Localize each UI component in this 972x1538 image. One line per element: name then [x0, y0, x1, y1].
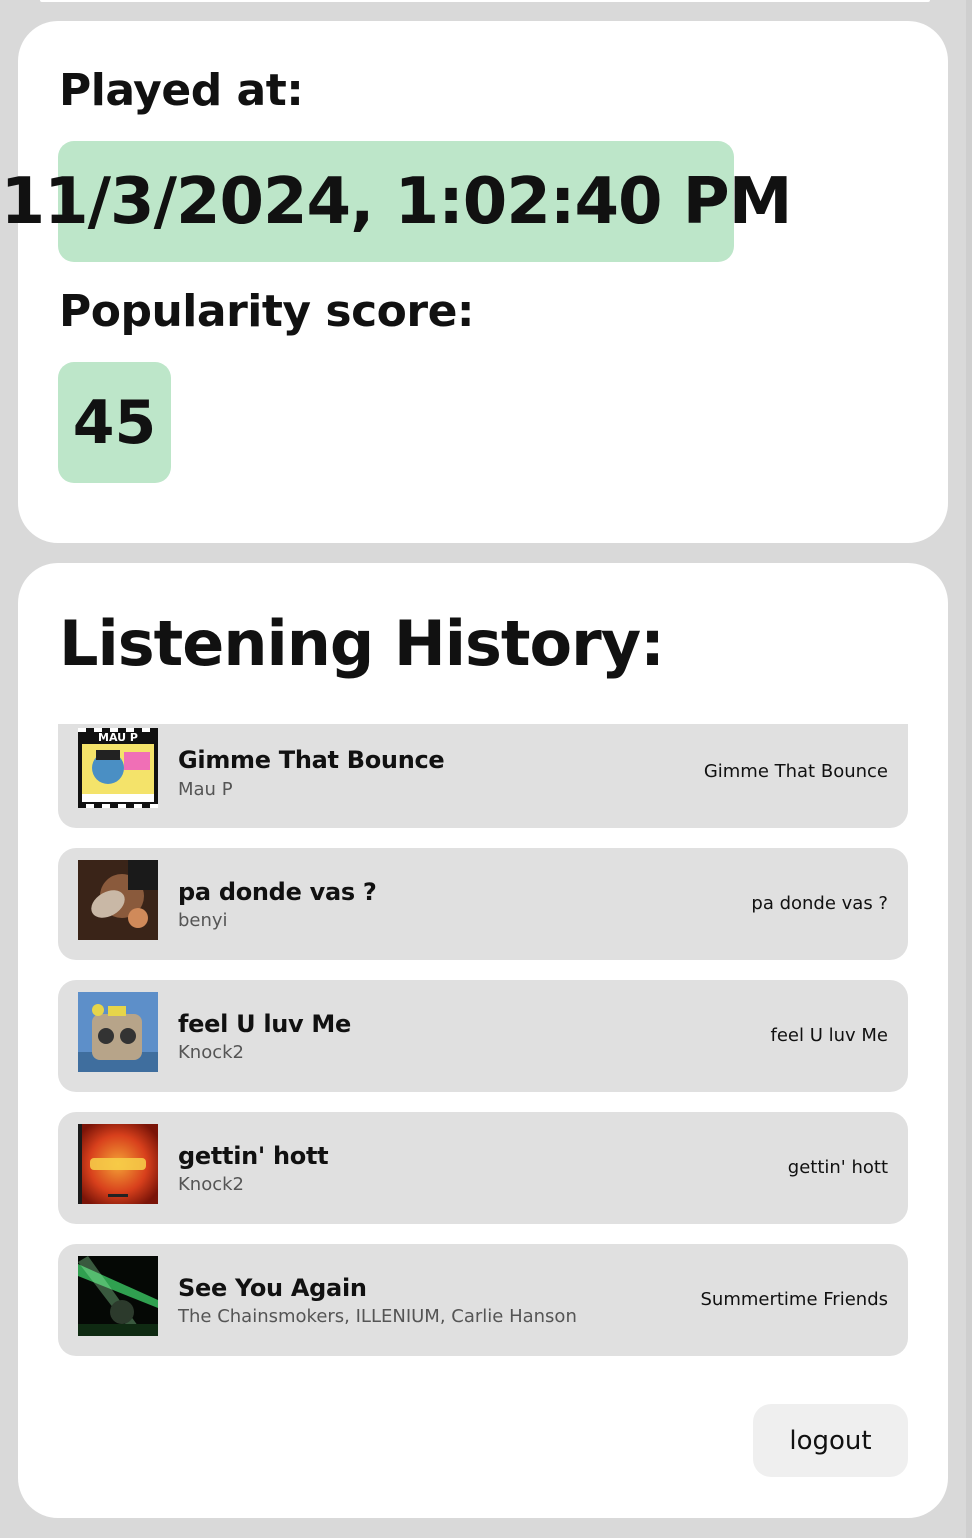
track-artist: Knock2: [178, 1174, 244, 1195]
gettin-hott-cover: [78, 1124, 158, 1204]
track-title: Gimme That Bounce: [178, 746, 445, 774]
scrollbar-track[interactable]: [966, 0, 972, 1538]
gimme-that-bounce-cover: MAU P: [78, 728, 158, 808]
album-art: [78, 1124, 158, 1204]
pa-donde-vas-cover: [78, 860, 158, 940]
played-at-value: 11/3/2024, 1:02:40 PM: [1, 141, 792, 262]
track-title: feel U luv Me: [178, 1010, 351, 1038]
track-row[interactable]: MAU P Gimme That Bounce Mau P Gimme That…: [58, 724, 908, 828]
summertime-friends-cover: [78, 1256, 158, 1336]
svg-text:MAU P: MAU P: [98, 731, 138, 744]
album-art: [78, 860, 158, 940]
popularity-label: Popularity score:: [59, 286, 475, 337]
previous-card-edge: [40, 0, 930, 2]
page: Played at: 11/3/2024, 1:02:40 PM Popular…: [0, 0, 972, 1538]
track-album: Summertime Friends: [700, 1289, 889, 1310]
listening-history-card: Listening History: MAU P Gimme That Boun…: [18, 563, 948, 1518]
track-artist: Knock2: [178, 1042, 244, 1063]
logout-button[interactable]: logout: [753, 1404, 908, 1477]
feel-u-luv-me-cover: [78, 992, 158, 1072]
track-row[interactable]: gettin' hott Knock2 gettin' hott: [58, 1112, 908, 1224]
track-row[interactable]: feel U luv Me Knock2 feel U luv Me: [58, 980, 908, 1092]
album-art: [78, 1256, 158, 1336]
track-artist: benyi: [178, 910, 228, 931]
track-album: gettin' hott: [787, 1157, 888, 1178]
track-artist: Mau P: [178, 779, 233, 800]
album-art: MAU P: [78, 728, 158, 808]
track-title: See You Again: [178, 1274, 367, 1302]
track-row[interactable]: pa donde vas ? benyi pa donde vas ?: [58, 848, 908, 960]
track-artist: The Chainsmokers, ILLENIUM, Carlie Hanso…: [178, 1306, 577, 1327]
track-album: feel U luv Me: [770, 1025, 889, 1046]
track-row[interactable]: See You Again The Chainsmokers, ILLENIUM…: [58, 1244, 908, 1356]
track-title: pa donde vas ?: [178, 878, 377, 906]
popularity-score-value: 45: [58, 362, 171, 483]
played-at-label: Played at:: [59, 65, 304, 116]
album-art: [78, 992, 158, 1072]
track-info-card: Played at: 11/3/2024, 1:02:40 PM Popular…: [1, 21, 948, 543]
track-album: pa donde vas ?: [751, 893, 888, 914]
track-album: Gimme That Bounce: [703, 761, 888, 782]
track-title: gettin' hott: [178, 1142, 329, 1170]
listening-history-title: Listening History:: [59, 607, 665, 680]
